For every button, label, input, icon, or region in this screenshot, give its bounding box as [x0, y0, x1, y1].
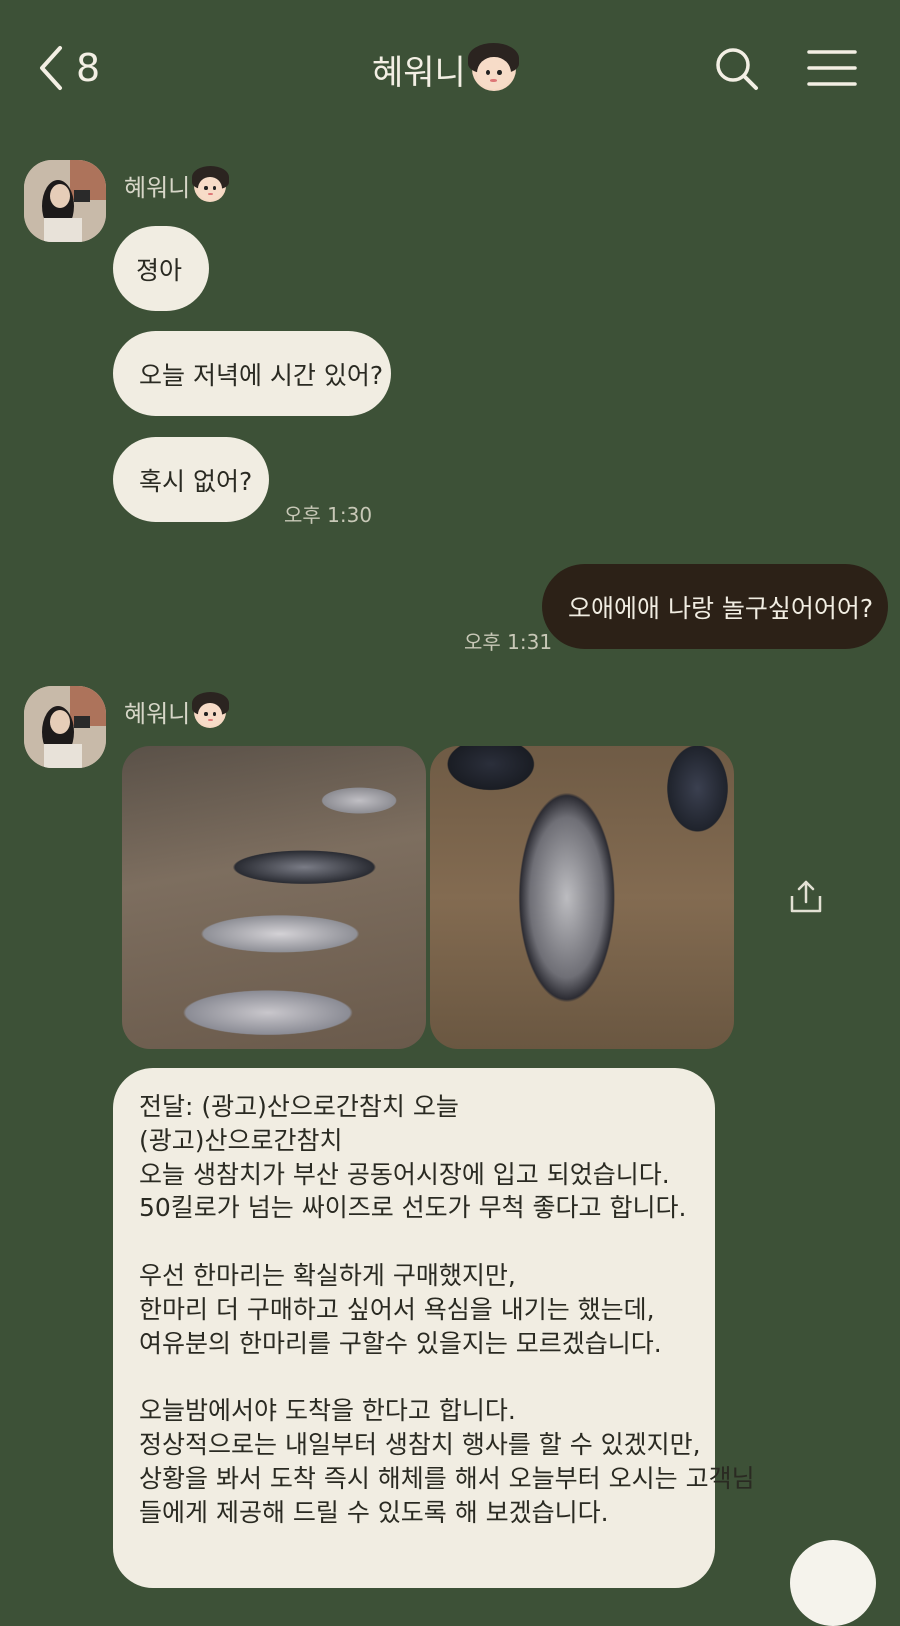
chat-title-text: 혜워니: [372, 52, 466, 93]
search-button[interactable]: [714, 46, 762, 94]
forwarded-message-bubble[interactable]: 전달: (광고)산으로간참치 오늘 (광고)산으로간참치 오늘 생참치가 부산 …: [113, 1068, 755, 1588]
message-timestamp: 오후 1:30: [284, 503, 373, 527]
message-line: 우선 한마리는 확실하게 구매했지만,: [139, 1260, 516, 1290]
message-line: 전달: (광고)산으로간참치 오늘: [139, 1092, 459, 1121]
sender-name-row: 혜워니: [124, 692, 229, 729]
message-line: 오늘 생참치가 부산 공동어시장에 입고 되었습니다.: [139, 1159, 670, 1189]
sender-avatar[interactable]: [24, 160, 106, 242]
message-line: 한마리 더 구매하고 싶어서 욕심을 내기는 했는데,: [139, 1294, 655, 1324]
girl-emoji-icon: [191, 166, 229, 202]
message-text: 졍아: [136, 255, 183, 285]
hamburger-menu-icon: [807, 50, 857, 86]
search-icon: [716, 48, 758, 90]
scroll-down-button[interactable]: [790, 1540, 876, 1626]
sender-name: 혜워니: [124, 700, 191, 728]
message-bubble[interactable]: 오늘 저녁에 시간 있어?: [113, 331, 391, 416]
message-line: 들에게 제공해 드릴 수 있도록 해 보겠습니다.: [139, 1497, 609, 1527]
unread-count: 8: [76, 46, 101, 90]
message-text: 오늘 저녁에 시간 있어?: [139, 360, 384, 390]
chevron-left-icon: [40, 46, 62, 90]
message-line: 상황을 봐서 도착 즉시 해체를 해서 오늘부터 오시는 고객님: [139, 1463, 755, 1493]
message-timestamp: 오후 1:31: [464, 630, 553, 654]
message-line: 여유분의 한마리를 구할수 있을지는 모르겠습니다.: [139, 1328, 662, 1358]
tuna-photo-2[interactable]: [430, 746, 734, 1049]
menu-button[interactable]: [806, 48, 858, 90]
chat-title: 혜워니: [372, 42, 520, 94]
share-button[interactable]: [786, 876, 826, 916]
message-text: 혹시 없어?: [139, 466, 253, 496]
message-bubble[interactable]: 졍아: [113, 226, 209, 311]
sender-name: 혜워니: [124, 174, 191, 202]
sender-avatar[interactable]: [24, 686, 106, 768]
message-line: 50킬로가 넘는 싸이즈로 선도가 무척 좋다고 합니다.: [139, 1193, 687, 1223]
tuna-photo-1[interactable]: [122, 746, 426, 1049]
message-line: (광고)산으로간참치: [139, 1125, 343, 1155]
message-line: 정상적으로는 내일부터 생참치 행사를 할 수 있겠지만,: [139, 1429, 701, 1459]
message-text: 오애에애 나랑 놀구싶어어어?: [568, 593, 874, 623]
sender-name-row: 혜워니: [124, 166, 229, 203]
message-bubble[interactable]: 혹시 없어?: [113, 437, 269, 522]
girl-emoji-icon: [191, 692, 229, 728]
girl-emoji-icon: [468, 42, 520, 91]
share-icon: [790, 880, 822, 913]
sent-message-bubble[interactable]: 오애에애 나랑 놀구싶어어어?: [542, 564, 888, 649]
message-line: 오늘밤에서야 도착을 한다고 합니다.: [139, 1396, 516, 1426]
back-button[interactable]: 8: [36, 44, 106, 94]
